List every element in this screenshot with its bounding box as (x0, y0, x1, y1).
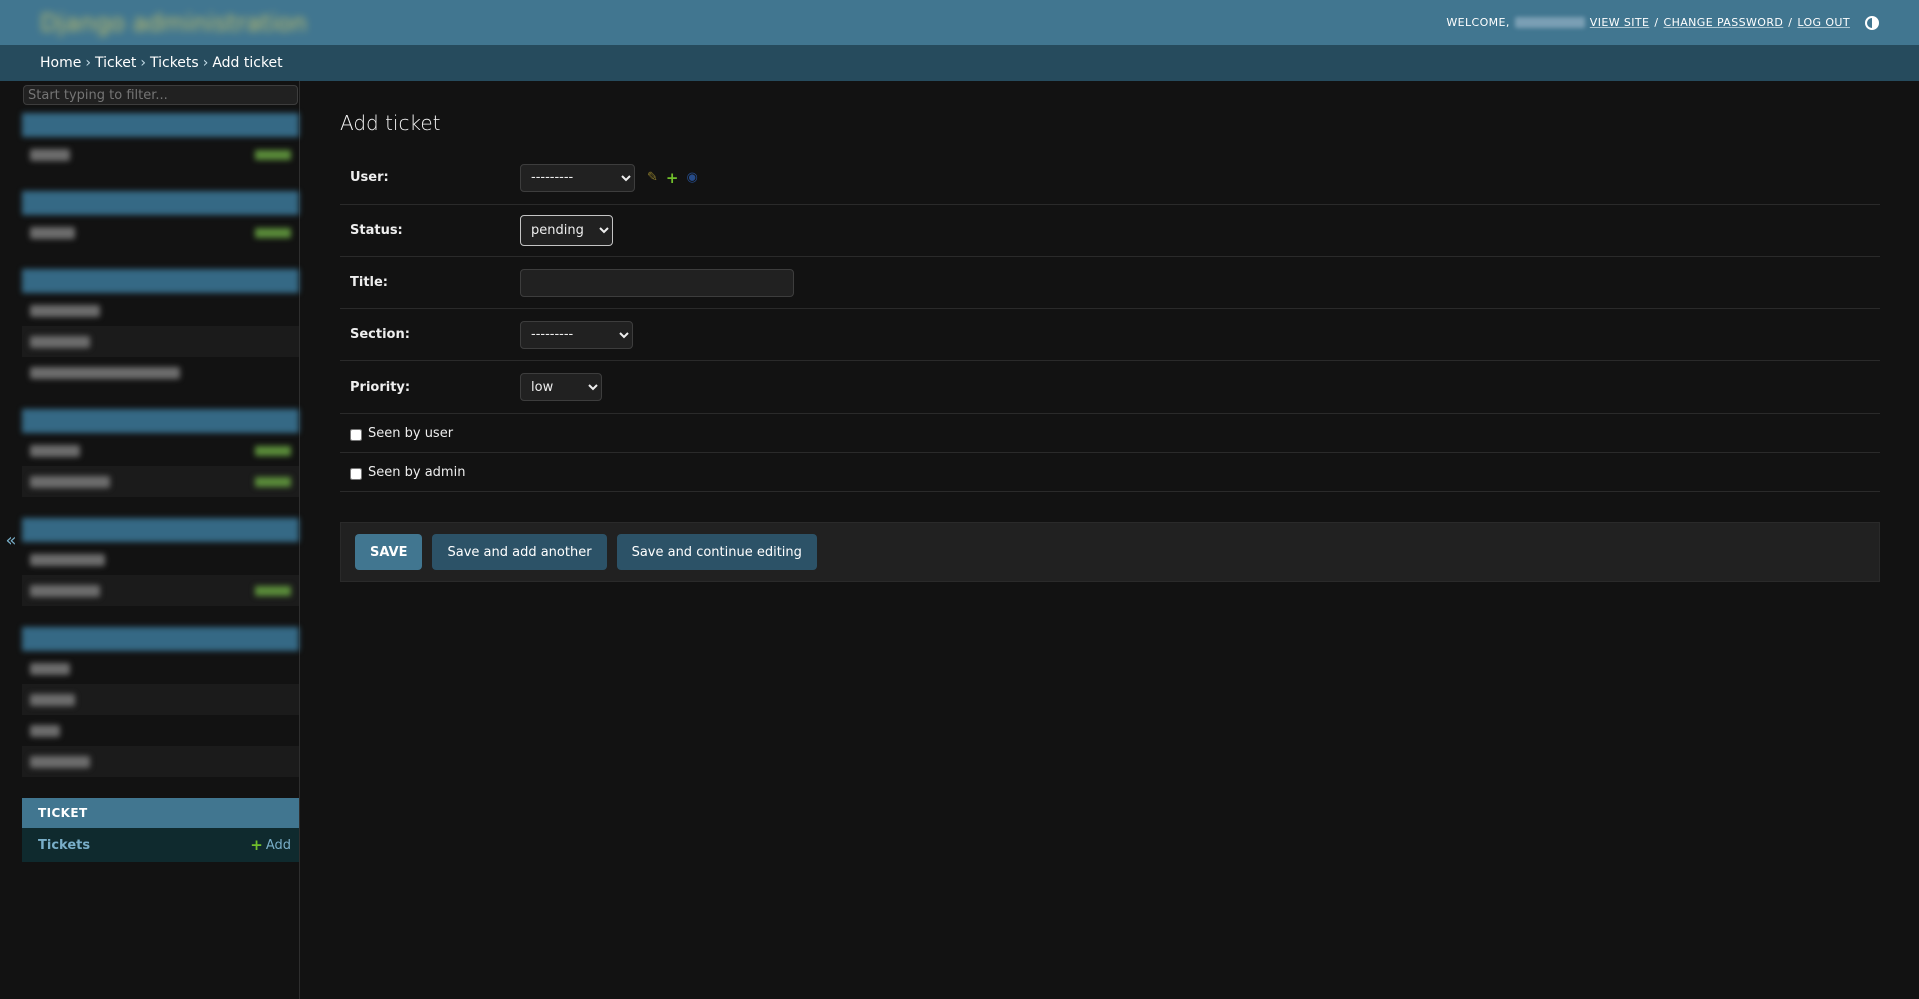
form-row-seen-by-admin: Seen by admin (340, 453, 1880, 492)
status-select[interactable]: pending (520, 215, 613, 246)
title-input[interactable] (520, 268, 794, 297)
breadcrumb-separator: › (85, 55, 91, 71)
breadcrumb-separator: › (202, 55, 209, 71)
site-branding[interactable]: Django administration (40, 9, 307, 37)
separator: / (1654, 16, 1659, 29)
form-row-user: User: --------- ✎ + ◉ (340, 151, 1880, 205)
app-caption[interactable] (22, 269, 299, 293)
user-tools: WELCOME, VIEW SITE / CHANGE PASSWORD / L… (1446, 15, 1879, 30)
theme-toggle-icon[interactable] (1865, 15, 1879, 30)
tickets-link[interactable]: Tickets (38, 838, 90, 853)
title-label: Title: (350, 275, 389, 290)
sidebar-model-row[interactable] (22, 295, 299, 326)
related-widget-icons: ✎ + ◉ (647, 169, 698, 187)
pencil-icon[interactable]: ✎ (647, 170, 658, 185)
save-and-continue-button[interactable]: Save and continue editing (616, 534, 817, 570)
priority-label: Priority: (350, 379, 411, 395)
eye-icon[interactable]: ◉ (686, 170, 697, 185)
tickets-add-link[interactable]: + Add (250, 836, 291, 854)
separator: / (1788, 16, 1793, 29)
submit-row: SAVE Save and add another Save and conti… (340, 522, 1880, 582)
plus-icon: + (250, 836, 263, 854)
seen-by-admin-label: Seen by admin (368, 464, 466, 480)
app-caption[interactable] (22, 518, 299, 542)
breadcrumb-home[interactable]: Home (40, 55, 81, 71)
user-label: User: (350, 170, 389, 185)
sidebar-model-row[interactable] (22, 544, 299, 575)
sidebar-filter-input[interactable] (23, 85, 298, 105)
breadcrumb: Home › Ticket › Tickets › Add ticket (0, 45, 1919, 81)
header: Django administration WELCOME, VIEW SITE… (0, 0, 1919, 45)
breadcrumb-app[interactable]: Ticket (95, 55, 136, 71)
add-label: Add (265, 837, 291, 853)
app-caption[interactable] (22, 627, 299, 651)
app-caption[interactable] (22, 113, 299, 137)
seen-by-user-label: Seen by user (368, 425, 454, 441)
plus-icon[interactable]: + (666, 169, 679, 187)
form-row-seen-by-user: Seen by user (340, 414, 1880, 453)
collapse-icon[interactable]: « (0, 81, 22, 999)
sidebar-model-row[interactable] (22, 357, 299, 388)
sidebar-model-row[interactable] (22, 575, 299, 606)
log-out-link[interactable]: LOG OUT (1797, 16, 1850, 29)
main-container: « Start typing to filter... TICKET Ticke… (0, 81, 1919, 999)
sidebar-model-row[interactable] (22, 746, 299, 777)
nav-sidebar: TICKET Tickets + Add (22, 81, 300, 999)
sidebar-app-block (22, 269, 299, 388)
app-caption-ticket[interactable]: TICKET (22, 798, 299, 828)
sidebar-model-row[interactable] (22, 466, 299, 497)
sidebar-model-row[interactable] (22, 326, 299, 357)
app-caption[interactable] (22, 191, 299, 215)
breadcrumb-separator: › (140, 55, 146, 71)
form-row-section: Section: --------- (340, 309, 1880, 361)
sidebar-app-block (22, 518, 299, 606)
content: Add ticket User: --------- ✎ + ◉ Status:… (300, 81, 1919, 999)
sidebar-app-block (22, 191, 299, 248)
page-title: Add ticket (340, 111, 441, 135)
redacted-username (1514, 17, 1585, 28)
save-button[interactable]: SAVE (355, 534, 423, 570)
breadcrumb-current: Add ticket (212, 55, 283, 71)
section-select[interactable]: --------- (520, 320, 633, 349)
sidebar-model-row[interactable] (22, 139, 299, 170)
section-label: Section: (350, 327, 410, 342)
form-row-priority: Priority: low (340, 361, 1880, 414)
sidebar-model-row[interactable] (22, 684, 299, 715)
sidebar-app-ticket: TICKET Tickets + Add (22, 798, 299, 862)
sidebar-app-block (22, 627, 299, 777)
welcome-label: WELCOME, (1446, 16, 1510, 29)
seen-by-user-checkbox[interactable] (350, 429, 362, 441)
priority-select[interactable]: low (520, 373, 602, 401)
seen-by-admin-checkbox[interactable] (350, 468, 362, 480)
sidebar-model-row[interactable] (22, 653, 299, 684)
sidebar-app-block (22, 113, 299, 170)
form-row-status: Status: pending (340, 205, 1880, 257)
change-password-link[interactable]: CHANGE PASSWORD (1663, 16, 1783, 29)
save-and-add-another-button[interactable]: Save and add another (432, 534, 607, 570)
user-select[interactable]: --------- (520, 163, 635, 192)
view-site-link[interactable]: VIEW SITE (1590, 16, 1650, 29)
form-row-title: Title: (340, 257, 1880, 309)
sidebar-model-row[interactable] (22, 435, 299, 466)
breadcrumb-model[interactable]: Tickets (150, 55, 199, 71)
sidebar-model-row[interactable] (22, 715, 299, 746)
sidebar-model-row[interactable] (22, 217, 299, 248)
sidebar-item-tickets: Tickets + Add (22, 828, 299, 862)
app-caption[interactable] (22, 409, 299, 433)
status-label: Status: (350, 223, 403, 238)
sidebar-app-block (22, 409, 299, 497)
